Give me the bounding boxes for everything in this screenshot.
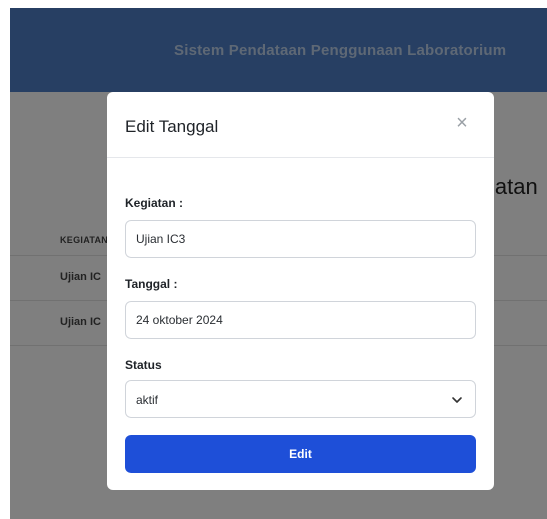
tanggal-input[interactable] [125,301,476,339]
status-label: Status [125,358,162,372]
close-icon[interactable]: × [452,113,472,133]
edit-date-modal: Edit Tanggal × Kegiatan : Tanggal : Stat… [107,92,494,490]
modal-title: Edit Tanggal [125,117,219,136]
top-strip [0,0,547,8]
edit-button[interactable]: Edit [125,435,476,473]
chevron-down-icon [452,397,462,403]
kegiatan-input[interactable] [125,220,476,258]
modal-header: Edit Tanggal × [107,92,494,158]
kegiatan-label: Kegiatan : [125,196,184,210]
status-selected-value: aktif [136,393,159,407]
status-select[interactable]: aktif [125,380,476,418]
tanggal-label: Tanggal : [125,277,178,291]
